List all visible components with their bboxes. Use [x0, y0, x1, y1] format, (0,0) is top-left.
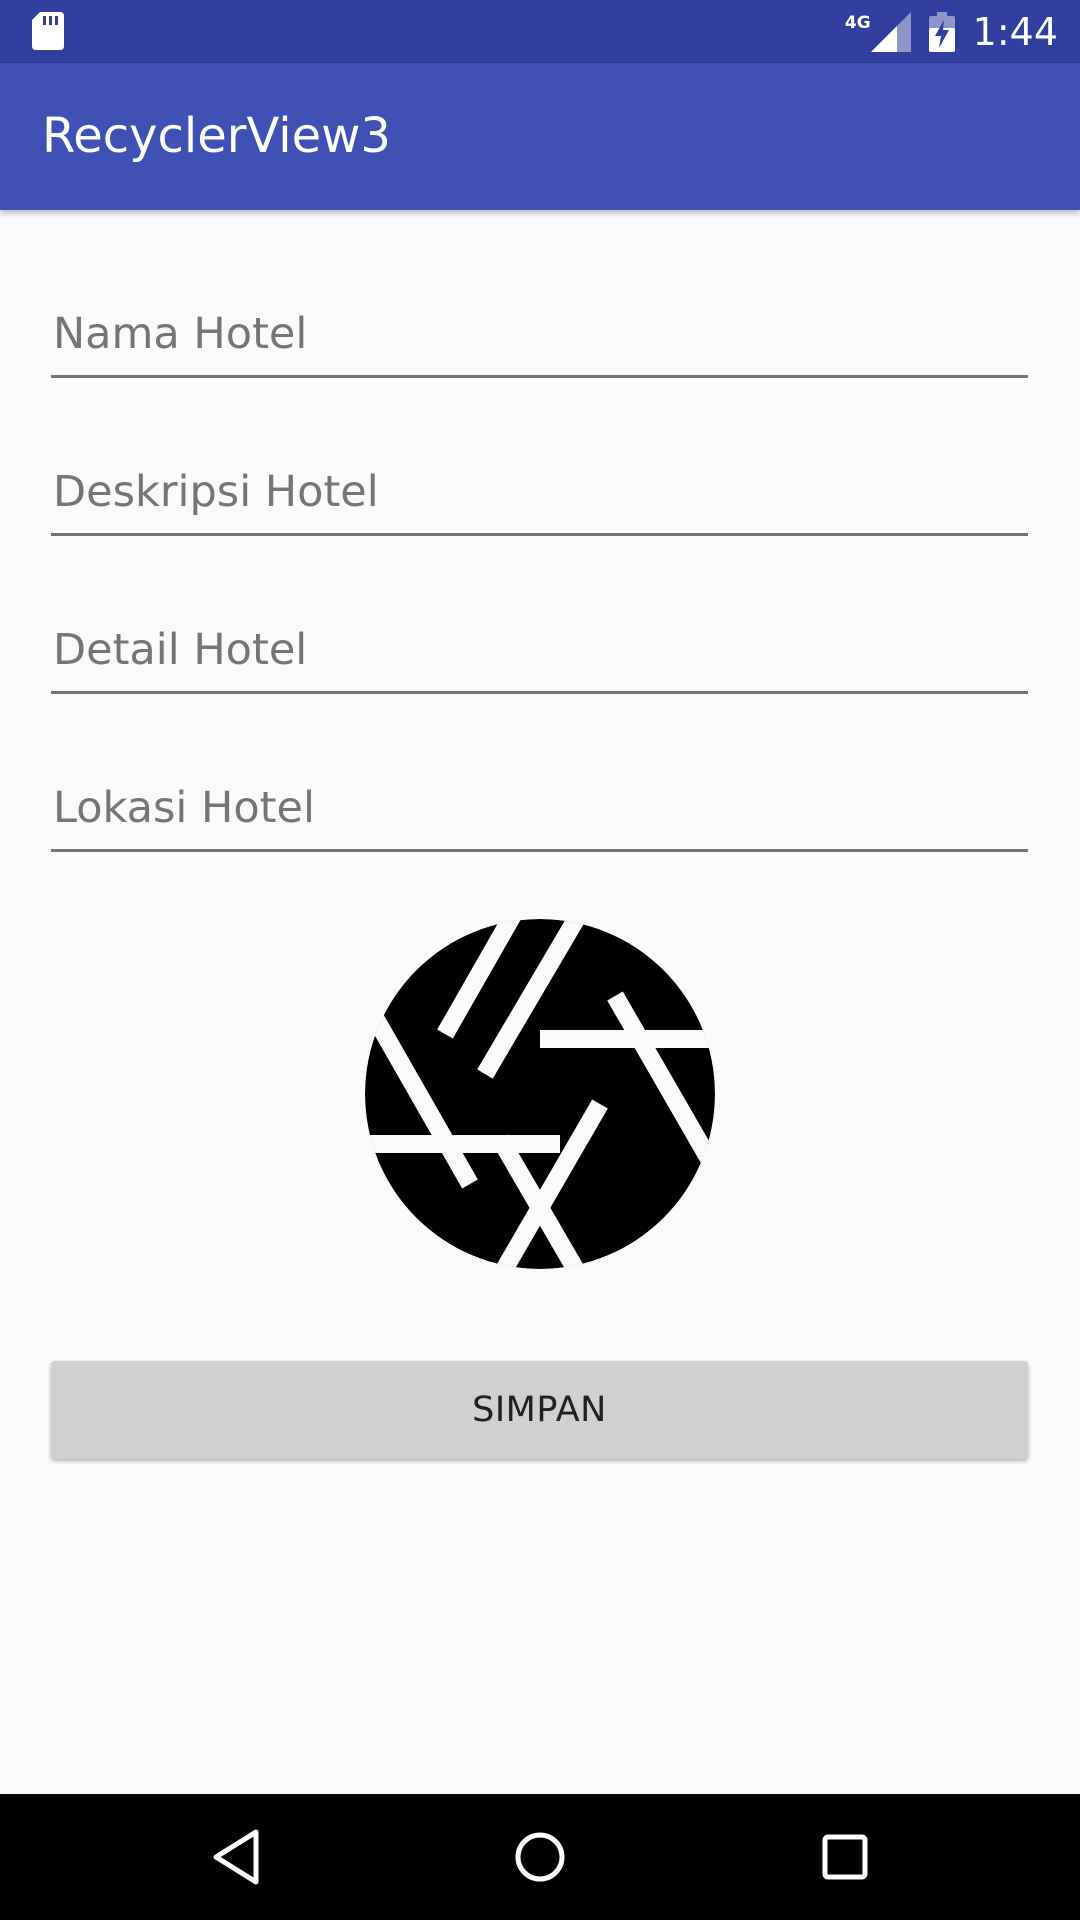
recents-icon[interactable] — [812, 1824, 878, 1890]
hotel-detail-field[interactable] — [51, 614, 1028, 694]
hotel-description-field[interactable] — [51, 456, 1028, 536]
network-type-label: 4G — [844, 12, 871, 33]
hotel-name-input[interactable] — [51, 298, 1028, 378]
back-icon[interactable] — [202, 1824, 268, 1890]
hotel-detail-input[interactable] — [51, 614, 1028, 694]
camera-aperture-icon[interactable] — [360, 914, 720, 1274]
sd-card-icon — [32, 12, 64, 50]
hotel-description-input[interactable] — [51, 456, 1028, 536]
app-title: RecyclerView3 — [42, 108, 391, 164]
navigation-bar — [0, 1794, 1080, 1920]
clock: 1:44 — [972, 9, 1058, 54]
hotel-name-field[interactable] — [51, 298, 1028, 378]
battery-charging-icon — [928, 11, 955, 52]
status-bar: 4G 1:44 — [0, 0, 1080, 63]
hotel-location-input[interactable] — [51, 772, 1028, 852]
home-icon[interactable] — [507, 1824, 573, 1890]
app-bar: RecyclerView3 — [0, 63, 1080, 210]
hotel-location-field[interactable] — [51, 772, 1028, 852]
signal-icon — [870, 11, 911, 52]
save-button[interactable]: SIMPAN — [51, 1361, 1028, 1459]
